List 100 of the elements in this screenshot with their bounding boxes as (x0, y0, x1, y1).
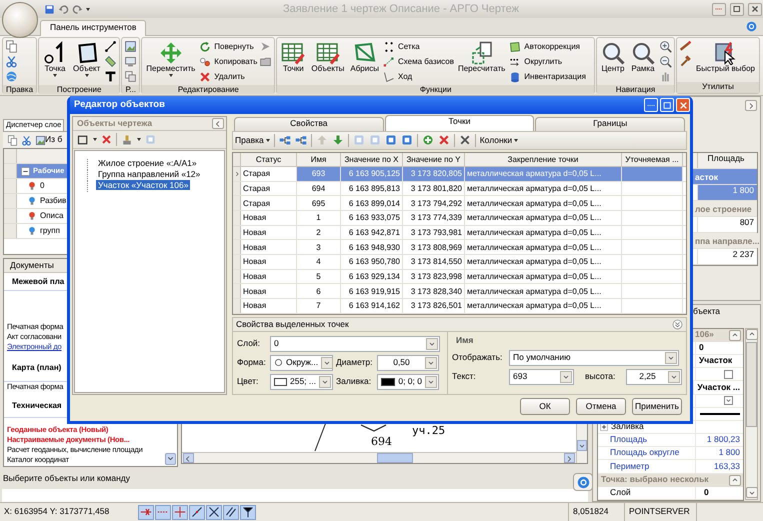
ribbon-button[interactable]: Ход (382, 70, 454, 83)
ribbon-button[interactable]: Точки (279, 40, 308, 75)
menu-button[interactable]: Колонки (480, 136, 518, 146)
table-cell: 3 (297, 240, 341, 254)
dialog-button[interactable]: ОК (520, 398, 570, 415)
table-cell: Новая (241, 299, 297, 313)
ribbon-button[interactable]: Автокоррекция (509, 40, 586, 53)
group-label: Функции (277, 85, 594, 94)
tab[interactable]: Свойства (234, 116, 384, 131)
ribbon-button[interactable]: Схема базисов (382, 55, 454, 68)
panel-tab[interactable]: бъекта (693, 306, 720, 316)
table-cell: 1 (297, 210, 341, 225)
dialog-button[interactable]: Применить (632, 398, 682, 415)
layer-name: Разбив (40, 196, 66, 206)
property-value: 0 (698, 342, 705, 353)
table-cell: Старая (241, 196, 297, 210)
field-label: Диаметр: (336, 358, 374, 368)
property-value: 1 800 (718, 448, 741, 458)
table-cell: Новая (241, 284, 297, 298)
table-cell: 3 173 774,339 (403, 210, 465, 225)
ribbon-button[interactable]: Точка (41, 40, 70, 78)
table-cell: металлическая арматура d=0,05 L... (465, 270, 622, 284)
table-cell: 3 173 828,340 (403, 284, 465, 298)
ribbon-button[interactable]: Центр (598, 40, 627, 75)
height-field[interactable]: 2,25 (626, 368, 682, 385)
ribbon-button[interactable]: Рамка (628, 40, 657, 75)
field-label: Текст: (452, 372, 477, 382)
ribbon-button[interactable]: Быстрый выбор (694, 40, 757, 75)
ribbon-button[interactable]: Округлить (509, 55, 586, 68)
property-label: Периметр (610, 462, 650, 472)
ribbon-button[interactable]: Повернуть (199, 40, 258, 53)
field-label: Слой: (237, 338, 262, 349)
fill-field[interactable]: 0; 0; 0 (377, 374, 439, 390)
table-cell: Старая (241, 182, 297, 196)
column-header[interactable]: Уточняемая ... (622, 152, 683, 166)
table-cell: 6 163 929,134 (341, 270, 403, 284)
ribbon-tab[interactable]: Панель инструментов (40, 20, 146, 36)
property-label: Площадь округле (610, 448, 680, 458)
table-cell: 6 163 942,871 (341, 226, 403, 240)
property-value: 163,33 (713, 462, 741, 472)
column-header[interactable]: Значение по X (341, 152, 403, 166)
table-cell: 6 163 919,915 (341, 284, 403, 298)
field-label: высота: (585, 372, 616, 382)
table-cell: 6 163 948,930 (341, 240, 403, 254)
tab[interactable]: Точки (384, 114, 534, 131)
display-field[interactable]: По умолчанию (509, 350, 679, 366)
column-header[interactable]: Закрепление точки (465, 152, 622, 166)
tree-item[interactable]: Участок «Участок 106» (96, 180, 190, 190)
table-cell: металлическая арматура d=0,05 L... (465, 196, 622, 210)
table-cell: 3 173 808,969 (403, 240, 465, 254)
table-cell: 3 173 801,820 (403, 182, 465, 196)
ribbon-button[interactable]: Объект (71, 40, 102, 78)
tree-item[interactable]: Жилое строение «:А/А1» (96, 158, 199, 168)
point-label: 694 (371, 435, 392, 448)
ribbon-button[interactable]: Сетка (382, 40, 454, 53)
ribbon-button[interactable]: Переместить (144, 40, 198, 78)
column-header[interactable]: Значение по Y (403, 152, 465, 166)
toolbar-label[interactable]: Из б (45, 135, 62, 145)
ribbon-button[interactable]: Объекты (309, 40, 346, 75)
table-cell: 695 (297, 196, 341, 210)
table-cell: 5 (297, 270, 341, 284)
field-label: Цвет: (237, 376, 260, 387)
ribbon-button[interactable]: Пересчитать (456, 40, 508, 75)
column-header[interactable]: Имя (297, 152, 341, 166)
dialog-title: Редактор объектов (74, 100, 165, 110)
table-cell: Новая (241, 270, 297, 284)
dialog-button[interactable]: Отмена (576, 398, 626, 415)
table-cell: металлическая арматура d=0,05 L... (465, 240, 622, 254)
table-cell: металлическая арматура d=0,05 L... (465, 284, 622, 298)
property-value: Участок ... (696, 382, 741, 392)
table-cell: 7 (297, 299, 341, 313)
tab[interactable]: Границы (535, 116, 686, 131)
table-cell: 2 237 (697, 249, 757, 264)
column-header[interactable]: Статус (241, 152, 297, 166)
layer-field[interactable]: 0 (270, 336, 440, 352)
scale-value: 8,051824 (573, 507, 608, 517)
server-name: POINTSERVER (629, 507, 690, 517)
tree-item[interactable]: Группа направлений «12» (96, 169, 202, 179)
ribbon-button[interactable]: Инвентаризация (509, 70, 586, 83)
section-title: Точка: выбрано нескольк (601, 475, 709, 486)
column-header: Площадь (707, 154, 744, 164)
layer-name: 0 (40, 181, 44, 191)
table-cell: 6 163 899,014 (341, 196, 403, 210)
menu-button[interactable]: Правка (235, 136, 270, 146)
group-label: Построение (39, 85, 120, 94)
ribbon-button[interactable]: Копировать (199, 55, 258, 68)
table-cell: 807 (697, 217, 757, 232)
parcel-label: уч.25 (412, 424, 446, 437)
table-cell: металлическая арматура d=0,05 L... (465, 210, 622, 225)
property-value: Участок (698, 356, 734, 366)
table-cell: 694 (297, 182, 341, 196)
shape-field[interactable]: Окруж... (270, 354, 333, 371)
text-field[interactable]: 693 (509, 368, 574, 385)
ribbon-button[interactable]: Удалить (199, 70, 258, 83)
ribbon-button[interactable]: Абрисы (348, 40, 381, 75)
diameter-field[interactable]: 0,50 (377, 354, 439, 371)
color-field[interactable]: 255; ... (270, 374, 333, 390)
table-cell: Новая (241, 226, 297, 240)
field-label: Форма: (237, 358, 267, 368)
group-title: Имя (455, 336, 474, 346)
